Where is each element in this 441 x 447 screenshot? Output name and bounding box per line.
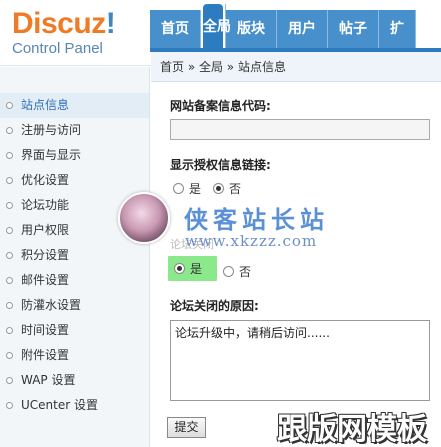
bullet-icon — [6, 202, 13, 209]
license-yes-label: 是 — [189, 182, 202, 196]
sidebar-item-ucenter[interactable]: UCenter 设置 — [0, 393, 149, 418]
reason-textarea[interactable]: 论坛升级中，请稍后访问...... — [170, 320, 430, 401]
sidebar-item-antispam[interactable]: 防灌水设置 — [0, 293, 149, 318]
bullet-icon — [6, 277, 13, 284]
reason-label: 论坛关闭的原因: — [170, 299, 259, 313]
sidebar: 站点信息 注册与访问 界面与显示 优化设置 论坛功能 用户权限 积分设置 邮件设… — [0, 67, 150, 447]
license-no-label: 否 — [229, 182, 242, 196]
bullet-icon — [6, 127, 13, 134]
sidebar-item-wap[interactable]: WAP 设置 — [0, 368, 149, 393]
sidebar-item-time[interactable]: 时间设置 — [0, 318, 149, 343]
sidebar-item-attachments[interactable]: 附件设置 — [0, 343, 149, 368]
logo-brand: Discuz! — [12, 7, 116, 40]
tab-posts[interactable]: 帖子 — [328, 10, 379, 48]
license-no-radio[interactable] — [213, 183, 225, 194]
sidebar-item-optimize[interactable]: 优化设置 — [0, 168, 149, 193]
sidebar-item-display[interactable]: 界面与显示 — [0, 143, 149, 168]
close-yes-option[interactable]: 是 — [168, 256, 217, 281]
bullet-icon — [6, 177, 13, 184]
close-no-option: 否 — [223, 263, 251, 280]
bullet-icon — [6, 227, 13, 234]
watermark-url: www.xkzzz.com — [185, 232, 318, 250]
bullet-icon — [6, 152, 13, 159]
beian-input[interactable] — [170, 119, 430, 140]
breadcrumb: 首页 » 全局 » 站点信息 — [151, 52, 441, 82]
license-yes-radio[interactable] — [173, 183, 184, 194]
tab-home[interactable]: 首页 — [150, 10, 201, 48]
logo[interactable]: Discuz! Control Panel — [12, 8, 152, 62]
sidebar-item-mail[interactable]: 邮件设置 — [0, 268, 149, 293]
main-content: 网站备案信息代码: 显示授权信息链接: 是 否 论坛关闭 是 否 论坛关闭的原因… — [151, 83, 441, 447]
tab-global[interactable]: 全局 — [201, 4, 231, 50]
close-yes-label: 是 — [190, 262, 203, 276]
bullet-icon — [6, 302, 13, 309]
close-no-radio[interactable] — [223, 266, 234, 277]
sidebar-item-site-info[interactable]: 站点信息 — [0, 93, 149, 118]
bullet-icon — [6, 402, 13, 409]
tab-users[interactable]: 用户 — [277, 10, 328, 48]
license-radio-group: 是 否 — [173, 180, 253, 197]
close-yes-radio[interactable] — [174, 263, 185, 274]
sidebar-item-credits[interactable]: 积分设置 — [0, 243, 149, 268]
submit-button[interactable]: 提交 — [167, 417, 206, 438]
watermark-avatar — [118, 192, 170, 244]
close-no-label: 否 — [239, 265, 252, 279]
bullet-icon — [6, 327, 13, 334]
watermark-title: 侠客站长站 — [184, 205, 329, 234]
beian-label: 网站备案信息代码: — [170, 99, 271, 113]
license-label: 显示授权信息链接: — [170, 158, 271, 172]
logo-subtitle: Control Panel — [12, 40, 103, 57]
bullet-icon — [6, 102, 13, 109]
sidebar-item-register[interactable]: 注册与访问 — [0, 118, 149, 143]
bullet-icon — [6, 377, 13, 384]
watermark-bottom: 跟版网模板 — [277, 412, 427, 447]
bullet-icon — [6, 352, 13, 359]
tab-forums[interactable]: 版块 — [226, 10, 277, 48]
tab-extensions[interactable]: 扩 — [379, 10, 416, 48]
bullet-icon — [6, 252, 13, 259]
